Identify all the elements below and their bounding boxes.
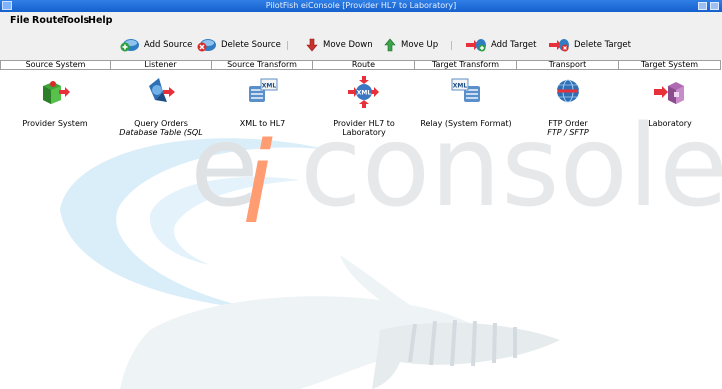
- delete-target-icon: [549, 39, 569, 52]
- menu-bar: File Route Tools Help: [0, 12, 722, 30]
- menu-file[interactable]: File: [10, 12, 29, 30]
- watermark-i: i: [242, 119, 273, 249]
- delete-target-label: Delete Target: [574, 40, 631, 50]
- xml-transform-icon: XML: [451, 78, 480, 102]
- stage-label-group: FTP Order FTP / SFTP: [517, 119, 619, 137]
- header-listener: Listener: [110, 60, 212, 70]
- svg-text:XML: XML: [453, 83, 468, 90]
- stage-sublabel: Database Table (SQL: [119, 128, 203, 137]
- delete-source-icon: [197, 39, 216, 52]
- add-target-button[interactable]: Add Target: [465, 37, 536, 53]
- stage-transport[interactable]: FTP Order FTP / SFTP: [517, 74, 619, 138]
- delete-source-button[interactable]: Delete Source: [197, 37, 281, 53]
- route-icon: XML: [348, 76, 379, 108]
- add-source-button[interactable]: Add Source: [120, 37, 192, 53]
- menu-route[interactable]: Route: [32, 12, 64, 30]
- stage-label: Relay (System Format): [420, 119, 512, 128]
- stage-headers: Source System Listener Source Transform …: [0, 60, 722, 70]
- move-up-button[interactable]: Move Up: [383, 37, 438, 53]
- menu-help[interactable]: Help: [88, 12, 112, 30]
- stage-label: Laboratory: [648, 119, 692, 128]
- stage-target-transform[interactable]: XML Relay (System Format): [415, 74, 517, 138]
- delete-target-button[interactable]: Delete Target: [548, 37, 631, 53]
- stage-target-system[interactable]: Laboratory: [619, 74, 721, 138]
- header-target-system: Target System: [619, 60, 721, 70]
- listener-icon: [149, 78, 175, 102]
- menu-tools[interactable]: Tools: [62, 12, 89, 30]
- minimize-icon[interactable]: [698, 2, 707, 10]
- add-source-icon: [120, 39, 139, 52]
- delete-source-label: Delete Source: [221, 40, 281, 50]
- move-down-label: Move Down: [323, 40, 373, 50]
- move-up-label: Move Up: [401, 40, 439, 50]
- toolbar-separator: [451, 41, 452, 50]
- move-down-button[interactable]: Move Down: [305, 37, 373, 53]
- maximize-icon[interactable]: [710, 2, 719, 10]
- add-source-label: Add Source: [144, 40, 193, 50]
- stage-label: FTP Order: [548, 119, 588, 128]
- xml-transform-icon: XML: [248, 78, 277, 102]
- window-title: PilotFish eiConsole [Provider HL7 to Lab…: [265, 1, 457, 10]
- header-route: Route: [313, 60, 415, 70]
- stage-label: XML to HL7: [239, 119, 286, 128]
- move-up-icon: [384, 38, 396, 52]
- watermark-fish: [372, 322, 560, 389]
- stage-label: Provider HL7 to Laboratory: [333, 119, 395, 137]
- title-bar: PilotFish eiConsole [Provider HL7 to Lab…: [0, 0, 722, 12]
- stage-label-group: Query Orders Database Table (SQL: [110, 119, 212, 137]
- watermark-swoosh: [60, 138, 330, 310]
- stage-source-transform[interactable]: XML XML to HL7: [212, 74, 313, 138]
- stage-source-system[interactable]: Provider System: [0, 74, 110, 138]
- source-system-icon: [43, 81, 70, 104]
- stage-listener[interactable]: Query Orders Database Table (SQL: [110, 74, 212, 138]
- move-down-icon: [306, 38, 318, 52]
- stage-label: Query Orders: [134, 119, 188, 128]
- add-target-label: Add Target: [491, 40, 537, 50]
- toolbar: Add Source Delete Source Move Down Move …: [0, 30, 722, 60]
- stage-route[interactable]: XML Provider HL7 to Laboratory: [313, 74, 415, 138]
- target-system-icon: [654, 82, 684, 104]
- add-target-icon: [466, 39, 486, 52]
- globe-icon: [557, 79, 579, 103]
- header-transport: Transport: [517, 60, 619, 70]
- stage-label: Provider System: [22, 119, 88, 128]
- svg-text:XML: XML: [261, 83, 276, 90]
- header-source-transform: Source Transform: [212, 60, 313, 70]
- header-source-system: Source System: [0, 60, 111, 70]
- stage-sublabel: FTP / SFTP: [547, 128, 589, 137]
- header-target-transform: Target Transform: [415, 60, 517, 70]
- svg-text:XML: XML: [357, 90, 372, 97]
- toolbar-separator: [287, 41, 288, 50]
- watermark-shark: [120, 255, 500, 389]
